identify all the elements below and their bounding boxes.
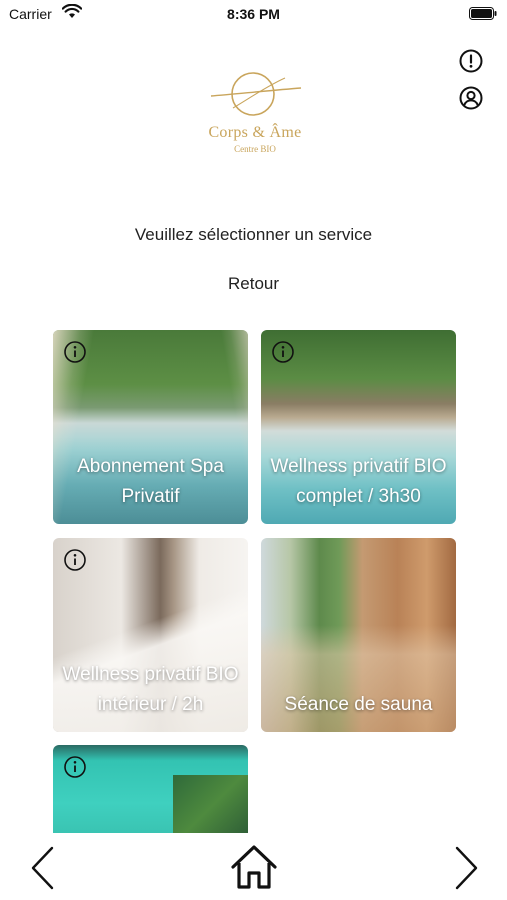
chevron-left-icon[interactable]: [28, 845, 58, 891]
chevron-right-icon[interactable]: [451, 845, 481, 891]
brand-logo: Corps & Âme Centre BIO: [190, 68, 320, 168]
brand-name: Corps & Âme: [208, 124, 302, 141]
service-label: Abonnement Spa Privatif: [77, 456, 224, 507]
service-label: Séance de sauna: [284, 694, 433, 715]
info-icon[interactable]: [63, 548, 87, 572]
battery-icon: [469, 7, 497, 20]
service-label: Wellness privatif BIO intérieur / 2h: [62, 664, 239, 715]
service-tile-pool[interactable]: [53, 745, 248, 835]
service-tile-wellness-complete[interactable]: Wellness privatif BIO complet / 3h30: [261, 330, 456, 524]
logo-mark-icon: [210, 72, 302, 116]
service-tile-sauna[interactable]: Séance de sauna: [261, 538, 456, 732]
clock: 8:36 PM: [227, 6, 280, 22]
status-bar: Carrier 8:36 PM: [0, 0, 507, 28]
pool-art-panel: [173, 775, 248, 835]
service-tile-wellness-indoor[interactable]: Wellness privatif BIO intérieur / 2h: [53, 538, 248, 732]
brand-subtitle: Centre BIO: [234, 144, 276, 154]
info-icon[interactable]: [271, 340, 295, 364]
service-grid: Abonnement Spa Privatif Wellness privati…: [53, 330, 456, 835]
info-icon[interactable]: [63, 755, 87, 779]
bottom-nav: [0, 833, 507, 900]
back-link[interactable]: Retour: [0, 274, 507, 294]
home-icon[interactable]: [229, 843, 279, 891]
service-tile-spa-subscription[interactable]: Abonnement Spa Privatif: [53, 330, 248, 524]
account-circle-icon[interactable]: [458, 85, 484, 111]
info-icon[interactable]: [63, 340, 87, 364]
service-label: Wellness privatif BIO complet / 3h30: [270, 456, 447, 507]
alert-circle-icon[interactable]: [458, 48, 484, 74]
page-instruction: Veuillez sélectionner un service: [134, 225, 373, 244]
